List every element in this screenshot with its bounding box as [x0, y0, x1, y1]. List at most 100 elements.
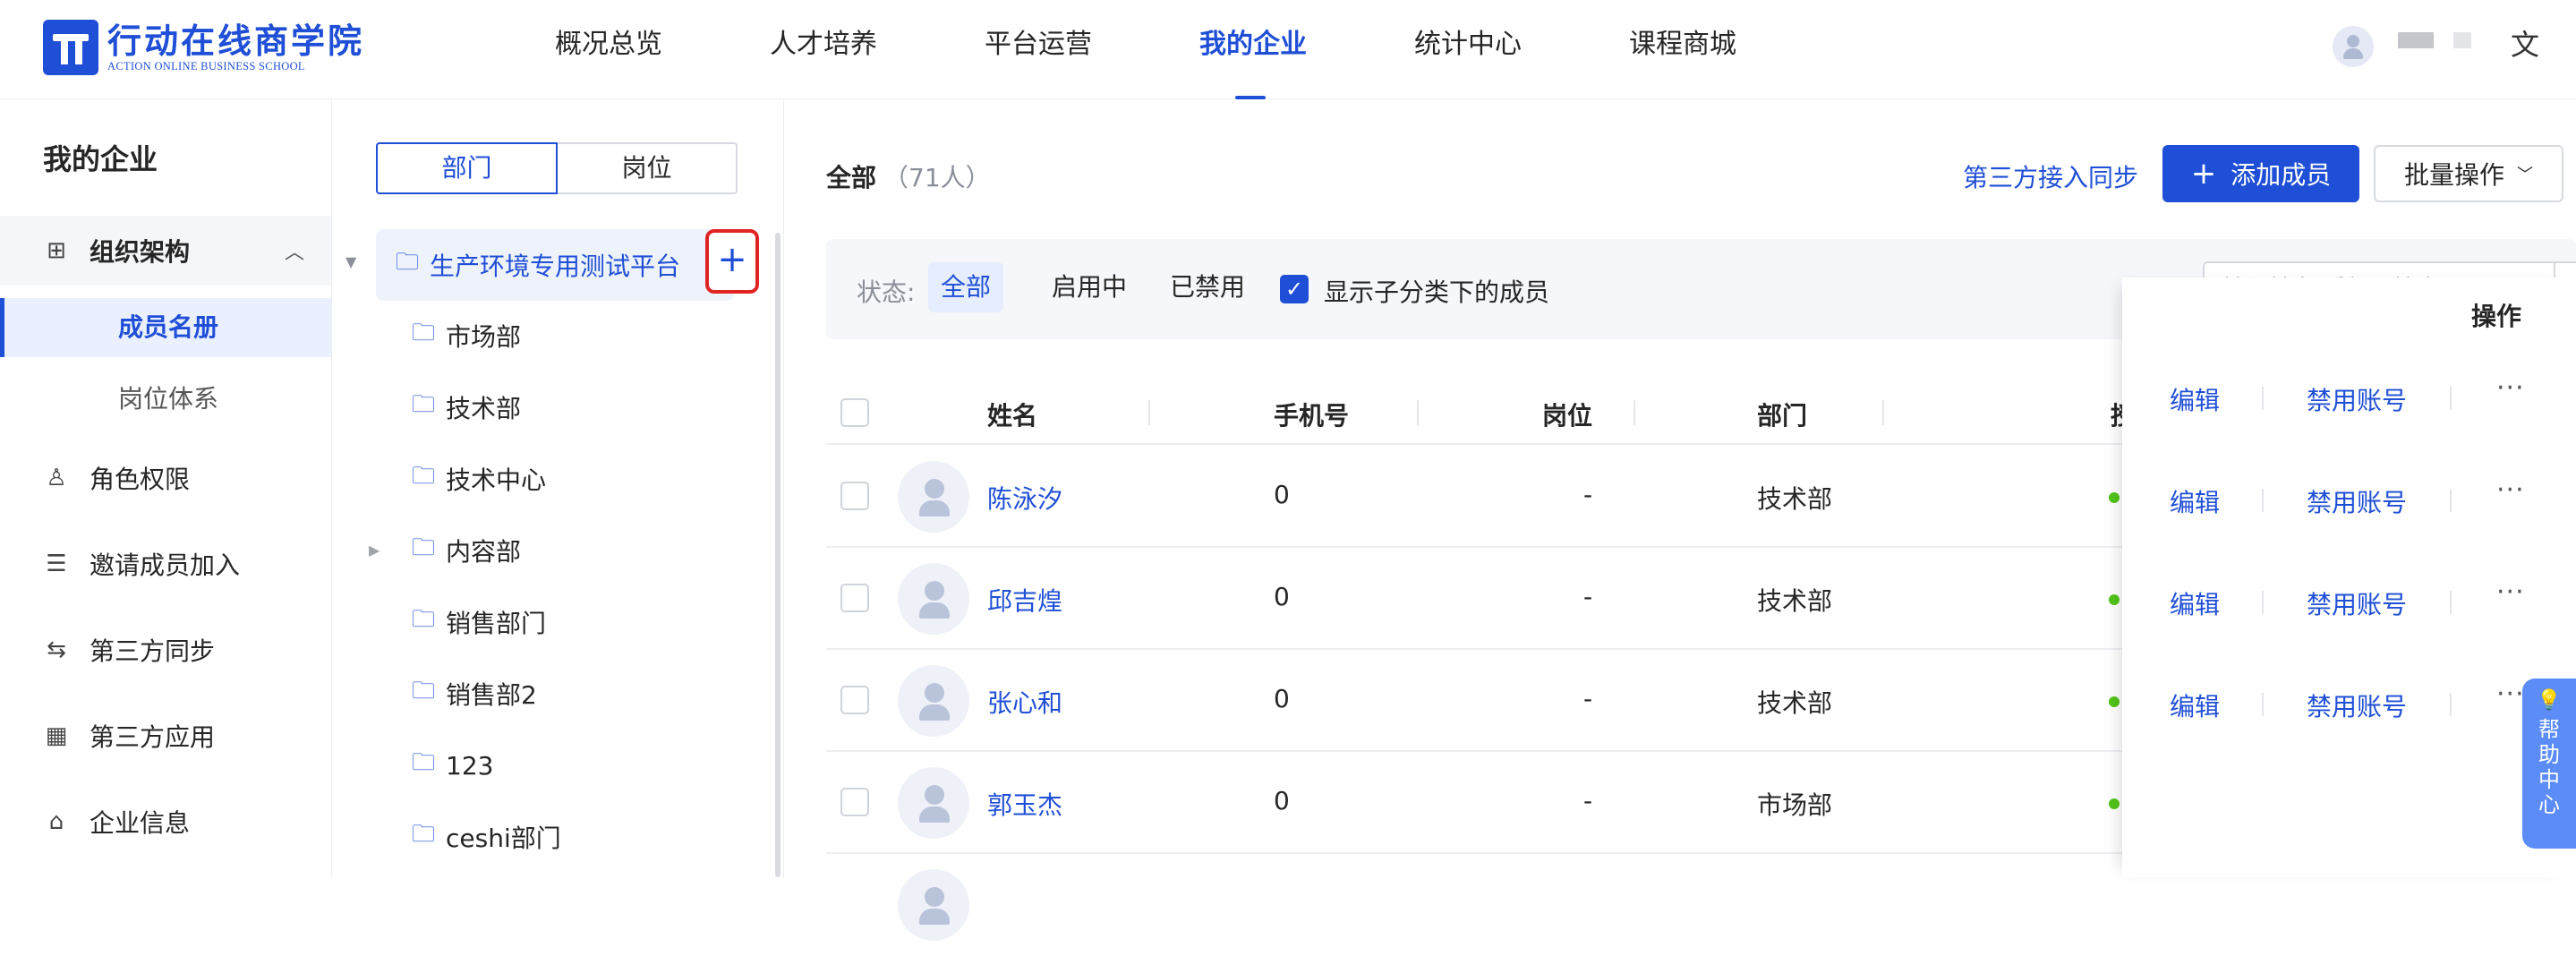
- tab-department[interactable]: 部门: [376, 142, 558, 194]
- nav-overview[interactable]: 概况总览: [501, 0, 716, 99]
- actions-fixed-column: 操作 编辑 禁用账号 ··· 编辑 禁用账号 ··· 编辑 禁用账号 ··· 编…: [2122, 277, 2576, 877]
- member-position: -: [1583, 582, 1593, 611]
- filter-enabled[interactable]: 启用中: [1039, 262, 1139, 312]
- disable-account-button[interactable]: 禁用账号: [2307, 483, 2407, 519]
- sidebar-item-third-sync[interactable]: ⇆ 第三方同步: [0, 620, 331, 679]
- add-member-button[interactable]: + 添加成员: [2162, 145, 2359, 202]
- sidebar-item-third-apps[interactable]: ▦ 第三方应用: [0, 706, 331, 765]
- avatar: [898, 563, 969, 635]
- member-department: 技术部: [1757, 688, 1833, 718]
- tree-node-content[interactable]: 🗀 内容部: [412, 525, 521, 576]
- disable-account-button[interactable]: 禁用账号: [2307, 381, 2407, 417]
- member-name[interactable]: 张心和: [987, 684, 1062, 720]
- status-dot: [2109, 696, 2120, 707]
- chevron-up-icon: ︿: [284, 242, 304, 264]
- sidebar-item-roles[interactable]: ♙ 角色权限: [0, 448, 331, 508]
- disable-account-button[interactable]: 禁用账号: [2307, 687, 2407, 723]
- folder-icon: 🗀: [396, 249, 420, 276]
- sidebar-group-org[interactable]: ⊞ 组织架构 ︿: [0, 216, 331, 286]
- col-department: 部门: [1757, 401, 1808, 431]
- translate-icon[interactable]: 文: [2507, 27, 2543, 63]
- show-sub-members-label[interactable]: 显示子分类下的成员: [1324, 273, 1549, 309]
- row-checkbox[interactable]: [840, 584, 869, 612]
- user-avatar-icon[interactable]: [2333, 26, 2374, 67]
- member-phone: 0: [1274, 786, 1290, 815]
- status-dot: [2109, 594, 2120, 605]
- plus-icon: +: [2190, 156, 2217, 192]
- row-checkbox[interactable]: [840, 788, 869, 816]
- edit-button[interactable]: 编辑: [2170, 483, 2220, 519]
- nav-talent[interactable]: 人才培养: [716, 0, 931, 99]
- col-name: 姓名: [987, 401, 1038, 431]
- tree-node-123[interactable]: 🗀 123: [412, 740, 493, 790]
- member-name[interactable]: 陈泳汐: [987, 480, 1062, 516]
- user-name-redacted[interactable]: [2398, 32, 2434, 48]
- tree-root-node[interactable]: 🗀 生产环境专用测试平台: [376, 229, 734, 301]
- member-position: -: [1583, 786, 1593, 815]
- list-heading: 全部 （71人）: [826, 158, 991, 194]
- tree-root-label: 生产环境专用测试平台: [430, 252, 681, 281]
- more-icon[interactable]: ···: [2496, 576, 2525, 608]
- caret-down-icon[interactable]: ▼: [345, 253, 356, 270]
- nav-statistics[interactable]: 统计中心: [1361, 0, 1575, 99]
- sidebar-item-enterprise-info[interactable]: ⌂ 企业信息: [0, 792, 331, 851]
- disable-account-button[interactable]: 禁用账号: [2307, 585, 2407, 621]
- user-org-redacted[interactable]: [2453, 32, 2471, 48]
- folder-icon: 🗀: [412, 749, 436, 776]
- sidebar-group-label: 组织架构: [90, 237, 191, 267]
- sidebar-item-invite[interactable]: ☰ 邀请成员加入: [0, 534, 331, 593]
- edit-button[interactable]: 编辑: [2170, 687, 2220, 723]
- tree-node-ceshi[interactable]: 🗀 ceshi部门: [412, 812, 561, 862]
- row-checkbox[interactable]: [840, 686, 869, 714]
- folder-icon: 🗀: [412, 534, 436, 561]
- avatar: [898, 665, 969, 737]
- col-phone: 手机号: [1274, 401, 1350, 431]
- edit-button[interactable]: 编辑: [2170, 585, 2220, 621]
- tree-node-market[interactable]: 🗀 市场部: [412, 311, 521, 361]
- tree-scrollbar[interactable]: [775, 233, 780, 877]
- tree-node-tech-center[interactable]: 🗀 技术中心: [412, 454, 546, 504]
- member-name[interactable]: 郭玉杰: [987, 786, 1062, 822]
- sidebar-item-member-roster[interactable]: 成员名册: [0, 298, 331, 357]
- member-department: 技术部: [1757, 484, 1833, 514]
- nav-course-store[interactable]: 课程商城: [1575, 0, 1790, 99]
- status-dot: [2109, 798, 2120, 809]
- tab-position[interactable]: 岗位: [558, 142, 738, 194]
- nav-my-enterprise[interactable]: 我的企业: [1146, 0, 1361, 99]
- tree-node-sales2[interactable]: 🗀 销售部2: [412, 669, 537, 719]
- avatar: [898, 869, 969, 941]
- help-center-button[interactable]: 💡 帮助中心: [2522, 679, 2576, 849]
- main-nav: 概况总览 人才培养 平台运营 我的企业 统计中心 课程商城: [501, 0, 1790, 99]
- select-all-checkbox[interactable]: [840, 398, 869, 427]
- folder-icon: 🗀: [412, 678, 436, 704]
- filter-all[interactable]: 全部: [928, 262, 1004, 312]
- logo-title: 行动在线商学院: [107, 21, 365, 61]
- edit-button[interactable]: 编辑: [2170, 381, 2220, 417]
- status-filter-label: 状态:: [857, 277, 916, 307]
- member-position: -: [1583, 684, 1593, 713]
- member-phone: 0: [1274, 480, 1290, 509]
- help-center-label: 帮助中心: [2538, 717, 2560, 817]
- logo-icon: [43, 20, 98, 75]
- third-party-sync-link[interactable]: 第三方接入同步: [1963, 158, 2138, 194]
- home-icon: ⌂: [48, 808, 64, 835]
- folder-icon: 🗀: [412, 391, 436, 418]
- brand-logo[interactable]: 行动在线商学院 ACTION ONLINE BUSINESS SCHOOL: [43, 20, 364, 75]
- more-icon[interactable]: ···: [2496, 474, 2525, 506]
- show-sub-members-checkbox[interactable]: ✓: [1280, 275, 1309, 303]
- add-department-button[interactable]: +: [705, 229, 759, 294]
- more-icon[interactable]: ···: [2496, 679, 2525, 710]
- filter-disabled[interactable]: 已禁用: [1157, 262, 1258, 312]
- row-actions: 编辑 禁用账号 ···: [2122, 449, 2525, 551]
- tree-node-tech[interactable]: 🗀 技术部: [412, 382, 521, 432]
- member-name[interactable]: 邱吉煌: [987, 582, 1062, 618]
- tree-node-sales[interactable]: 🗀 销售部门: [412, 597, 546, 647]
- row-checkbox[interactable]: [840, 482, 869, 510]
- batch-operation-button[interactable]: 批量操作 ﹀: [2374, 145, 2563, 202]
- status-dot: [2109, 492, 2120, 503]
- caret-right-icon[interactable]: ▶: [369, 542, 380, 559]
- more-icon[interactable]: ···: [2496, 372, 2525, 404]
- sidebar-item-position-system[interactable]: 岗位体系: [0, 370, 331, 429]
- lightbulb-icon: 💡: [2537, 689, 2562, 712]
- nav-operations[interactable]: 平台运营: [931, 0, 1146, 99]
